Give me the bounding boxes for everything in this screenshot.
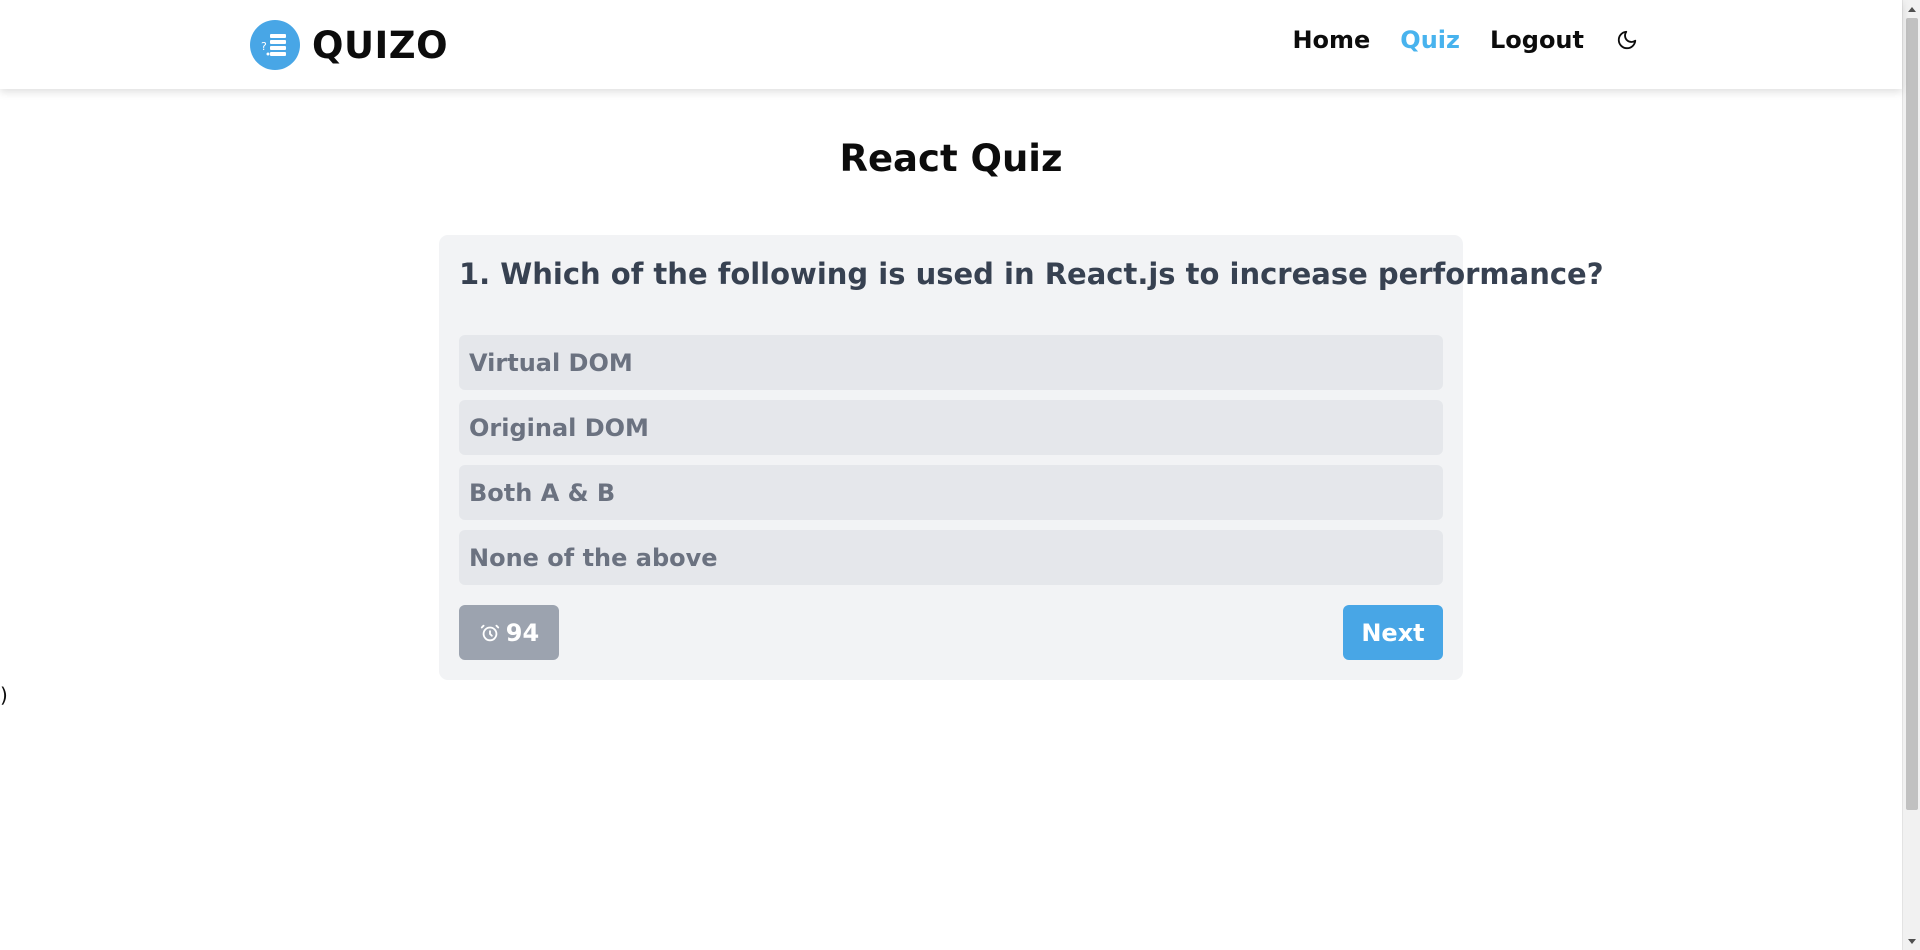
top-navbar: ? QUIZO Home Quiz Logout: [0, 0, 1902, 89]
svg-text:?: ?: [261, 40, 267, 53]
nav-home[interactable]: Home: [1292, 26, 1370, 54]
scroll-down-icon[interactable]: [1903, 933, 1920, 950]
stray-text: ): [0, 683, 8, 707]
scroll-up-icon[interactable]: [1903, 0, 1920, 17]
scrollbar-thumb[interactable]: [1906, 18, 1918, 810]
answer-option-d[interactable]: None of the above: [459, 530, 1443, 585]
question-text: 1. Which of the following is used in Rea…: [459, 257, 1604, 291]
alarm-clock-icon: [479, 622, 501, 644]
nav-logout[interactable]: Logout: [1490, 26, 1584, 54]
answer-option-a[interactable]: Virtual DOM: [459, 335, 1443, 390]
answer-options: Virtual DOM Original DOM Both A & B None…: [459, 335, 1443, 595]
nav-links: Home Quiz Logout: [1262, 26, 1640, 54]
countdown-timer: 94: [459, 605, 559, 660]
vertical-scrollbar[interactable]: [1902, 0, 1920, 950]
quiz-list-icon: ?: [250, 20, 300, 70]
brand[interactable]: ? QUIZO: [250, 20, 448, 70]
moon-icon[interactable]: [1614, 27, 1640, 53]
timer-value: 94: [505, 618, 540, 647]
next-button[interactable]: Next: [1343, 605, 1443, 660]
nav-quiz[interactable]: Quiz: [1400, 26, 1460, 54]
answer-option-b[interactable]: Original DOM: [459, 400, 1443, 455]
brand-name: QUIZO: [312, 23, 449, 67]
answer-option-c[interactable]: Both A & B: [459, 465, 1443, 520]
quiz-card: 1. Which of the following is used in Rea…: [439, 235, 1604, 680]
page-title: React Quiz: [839, 137, 1063, 180]
